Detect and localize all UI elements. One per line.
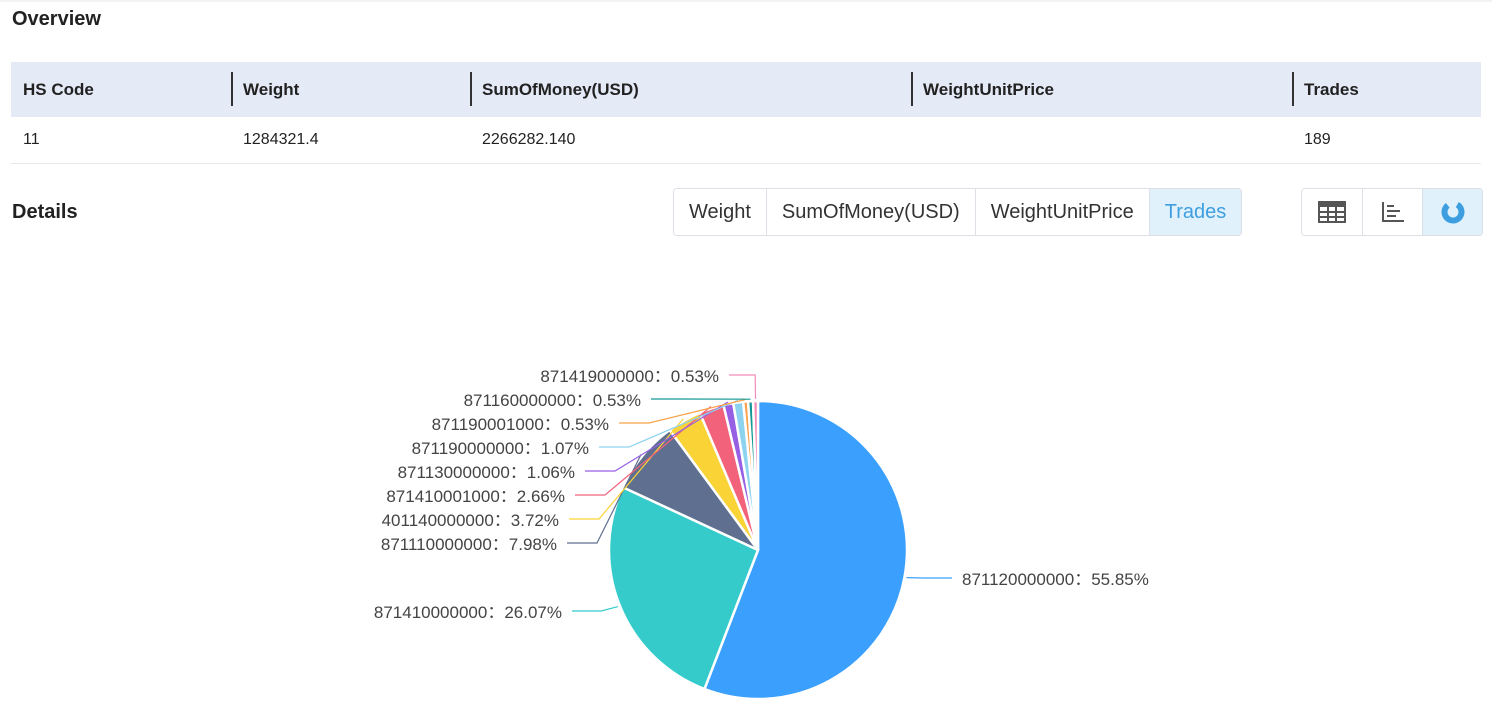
cell-weight: 1284321.4 <box>231 117 470 164</box>
cell-sum-of-money: 2266282.140 <box>470 117 911 164</box>
column-separator <box>911 72 913 106</box>
metric-tabs: Weight SumOfMoney(USD) WeightUnitPrice T… <box>673 188 1243 236</box>
pie-view-button[interactable] <box>1422 189 1482 235</box>
tab-weight-unit-price[interactable]: WeightUnitPrice <box>974 189 1149 235</box>
column-separator <box>470 72 472 106</box>
cell-trades: 189 <box>1292 117 1481 164</box>
pie-leader-line <box>729 374 757 400</box>
table-row: 11 1284321.4 2266282.140 189 <box>11 117 1481 164</box>
cell-hs-code: 11 <box>11 117 231 164</box>
column-separator <box>231 72 233 106</box>
column-header-sum-of-money[interactable]: SumOfMoney(USD) <box>470 62 911 117</box>
pie-label: 871190000000：1.07% <box>412 439 589 458</box>
cell-weight-unit-price <box>911 117 1292 164</box>
bar-view-button[interactable] <box>1362 189 1422 235</box>
table-view-button[interactable] <box>1302 189 1362 235</box>
pie-chart-icon <box>1441 200 1464 224</box>
overview-table: HS Code Weight SumOfMoney(USD) WeightUni… <box>11 62 1481 164</box>
tab-sum-of-money[interactable]: SumOfMoney(USD) <box>765 189 975 235</box>
column-header-label: WeightUnitPrice <box>923 79 1054 99</box>
column-header-weight-unit-price[interactable]: WeightUnitPrice <box>911 62 1292 117</box>
table-icon <box>1318 201 1346 223</box>
pie-label: 871410000000：26.07% <box>374 603 562 622</box>
tab-weight[interactable]: Weight <box>674 189 766 235</box>
pie-leader-line <box>572 606 619 612</box>
pie-chart: 871120000000：55.85% 871410000000：26.07% 87… <box>374 367 1149 701</box>
pie-label: 871120000000：55.85% <box>962 570 1149 589</box>
column-separator <box>1292 72 1294 106</box>
column-header-weight[interactable]: Weight <box>231 62 470 117</box>
details-title: Details <box>12 201 78 223</box>
column-header-hs-code[interactable]: HS Code <box>11 62 231 117</box>
top-divider <box>0 0 1492 2</box>
pie-label: 871190001000：0.53% <box>432 415 609 434</box>
pie-label: 871110000000：7.98% <box>381 535 557 554</box>
pie-label: 401140000000：3.72% <box>382 511 559 530</box>
column-header-label: HS Code <box>23 79 94 99</box>
overview-title: Overview <box>12 8 101 30</box>
view-switcher <box>1301 188 1483 236</box>
column-header-trades[interactable]: Trades <box>1292 62 1481 117</box>
bar-chart-icon <box>1381 202 1404 222</box>
pie-label: 871160000000：0.53% <box>464 391 641 410</box>
column-header-label: Trades <box>1304 79 1359 99</box>
tab-trades[interactable]: Trades <box>1148 189 1242 235</box>
column-header-label: SumOfMoney(USD) <box>482 79 639 99</box>
pie-label: 871130000000：1.06% <box>398 463 575 482</box>
pie-label: 871419000000：0.53% <box>540 367 719 386</box>
pie-label: 871410001000：2.66% <box>386 487 565 506</box>
table-header-row: HS Code Weight SumOfMoney(USD) WeightUni… <box>11 62 1481 117</box>
column-header-label: Weight <box>243 79 300 99</box>
